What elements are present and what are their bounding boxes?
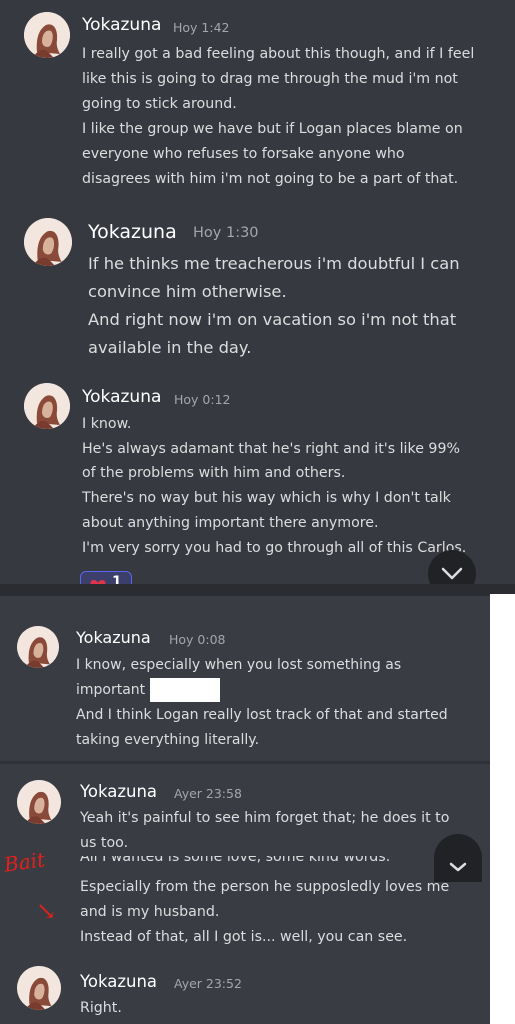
message-6: All I wanted is some love, some kind wor… — [0, 856, 490, 959]
message-line: about anything important there anymore. — [82, 515, 379, 531]
avatar-image — [17, 626, 59, 668]
timestamp: Hoy 0:08 — [169, 632, 226, 647]
message-line: Especially from the person he supposledl… — [80, 879, 450, 895]
message-line: taking everything literally. — [76, 732, 260, 748]
message-line: I'm very sorry you had to go through all… — [82, 540, 467, 556]
avatar-image — [24, 12, 70, 58]
chevron-down-icon — [441, 567, 463, 580]
username[interactable]: Yokazuna — [80, 972, 157, 991]
timestamp: Ayer 23:52 — [174, 976, 242, 991]
message-line: Yeah it's painful to see him forget that… — [80, 810, 450, 826]
message-line: Instead of that, all I got is... well, y… — [80, 929, 408, 945]
message-line: And right now i'm on vacation so i'm not… — [88, 310, 457, 329]
message-line: going to stick around. — [82, 96, 237, 112]
username[interactable]: Yokazuna — [80, 782, 157, 801]
avatar-image — [24, 383, 70, 429]
username[interactable]: Yokazuna — [88, 221, 177, 243]
message-2: Yokazuna Hoy 1:30 If he thinks me treach… — [0, 210, 515, 370]
timestamp: Hoy 1:42 — [173, 20, 230, 35]
message-line: of the problems with him and others. — [82, 465, 346, 481]
message-5: Yokazuna Ayer 23:58 Yeah it's painful to… — [0, 764, 490, 859]
chat-panel-top: Yokazuna Hoy 1:42 I really got a bad fee… — [0, 0, 515, 585]
avatar[interactable] — [24, 383, 70, 429]
message-line: us too. — [80, 835, 129, 851]
timestamp: Hoy 0:12 — [174, 392, 231, 407]
username[interactable]: Yokazuna — [76, 628, 151, 647]
message-1: Yokazuna Hoy 1:42 I really got a bad fee… — [0, 0, 515, 200]
annotation-arrow: ↘ — [36, 897, 57, 925]
white-margin — [490, 594, 515, 1024]
avatar[interactable] — [17, 626, 59, 668]
message-line: convince him otherwise. — [88, 282, 287, 301]
message-line: I like the group we have but if Logan pl… — [82, 121, 463, 137]
message-line: He's always adamant that he's right and … — [82, 441, 460, 457]
chevron-down-icon — [449, 862, 467, 872]
message-line: Right. — [80, 1000, 122, 1016]
message-line: disagrees with him i'm not going to be a… — [82, 171, 459, 187]
message-line: everyone who refuses to forsake anyone w… — [82, 146, 405, 162]
message-line-clipped: All I wanted is some love, some kind wor… — [80, 856, 391, 865]
redacted-text — [150, 678, 220, 702]
reaction-heart[interactable]: 1 — [80, 571, 132, 585]
timestamp: Hoy 1:30 — [193, 225, 259, 241]
message-line: available in the day. — [88, 338, 252, 357]
avatar-image — [24, 218, 72, 266]
message-line: like this is going to drag me through th… — [82, 71, 458, 87]
jump-to-present-button[interactable] — [434, 834, 482, 882]
timestamp: Ayer 23:58 — [174, 786, 242, 801]
message-4: Yokazuna Hoy 0:08 I know, especially whe… — [0, 596, 490, 761]
avatar[interactable] — [17, 966, 61, 1010]
panel-divider — [0, 584, 515, 596]
message-line: There's no way but his way which is why … — [82, 490, 451, 506]
avatar-image — [17, 780, 61, 824]
clipped-line-wrap: All I wanted is some love, some kind wor… — [80, 856, 390, 867]
avatar[interactable] — [24, 218, 72, 266]
avatar[interactable] — [17, 780, 61, 824]
message-line: I know, especially when you lost somethi… — [76, 657, 402, 673]
message-line: And I think Logan really lost track of t… — [76, 707, 448, 723]
message-line: I know. — [82, 416, 132, 432]
avatar-image — [17, 966, 61, 1010]
message-line: If he thinks me treacherous i'm doubtful… — [88, 254, 460, 273]
username[interactable]: Yokazuna — [82, 387, 161, 407]
message-7: Yokazuna Ayer 23:52 Right. — [0, 959, 490, 1024]
message-line: I really got a bad feeling about this th… — [82, 46, 475, 62]
message-line: important — [76, 682, 146, 698]
chat-panel-bottom: Yokazuna Hoy 0:08 I know, especially whe… — [0, 596, 490, 1024]
message-line: and is my husband. — [80, 904, 220, 920]
avatar[interactable] — [24, 12, 70, 58]
username[interactable]: Yokazuna — [82, 15, 161, 35]
